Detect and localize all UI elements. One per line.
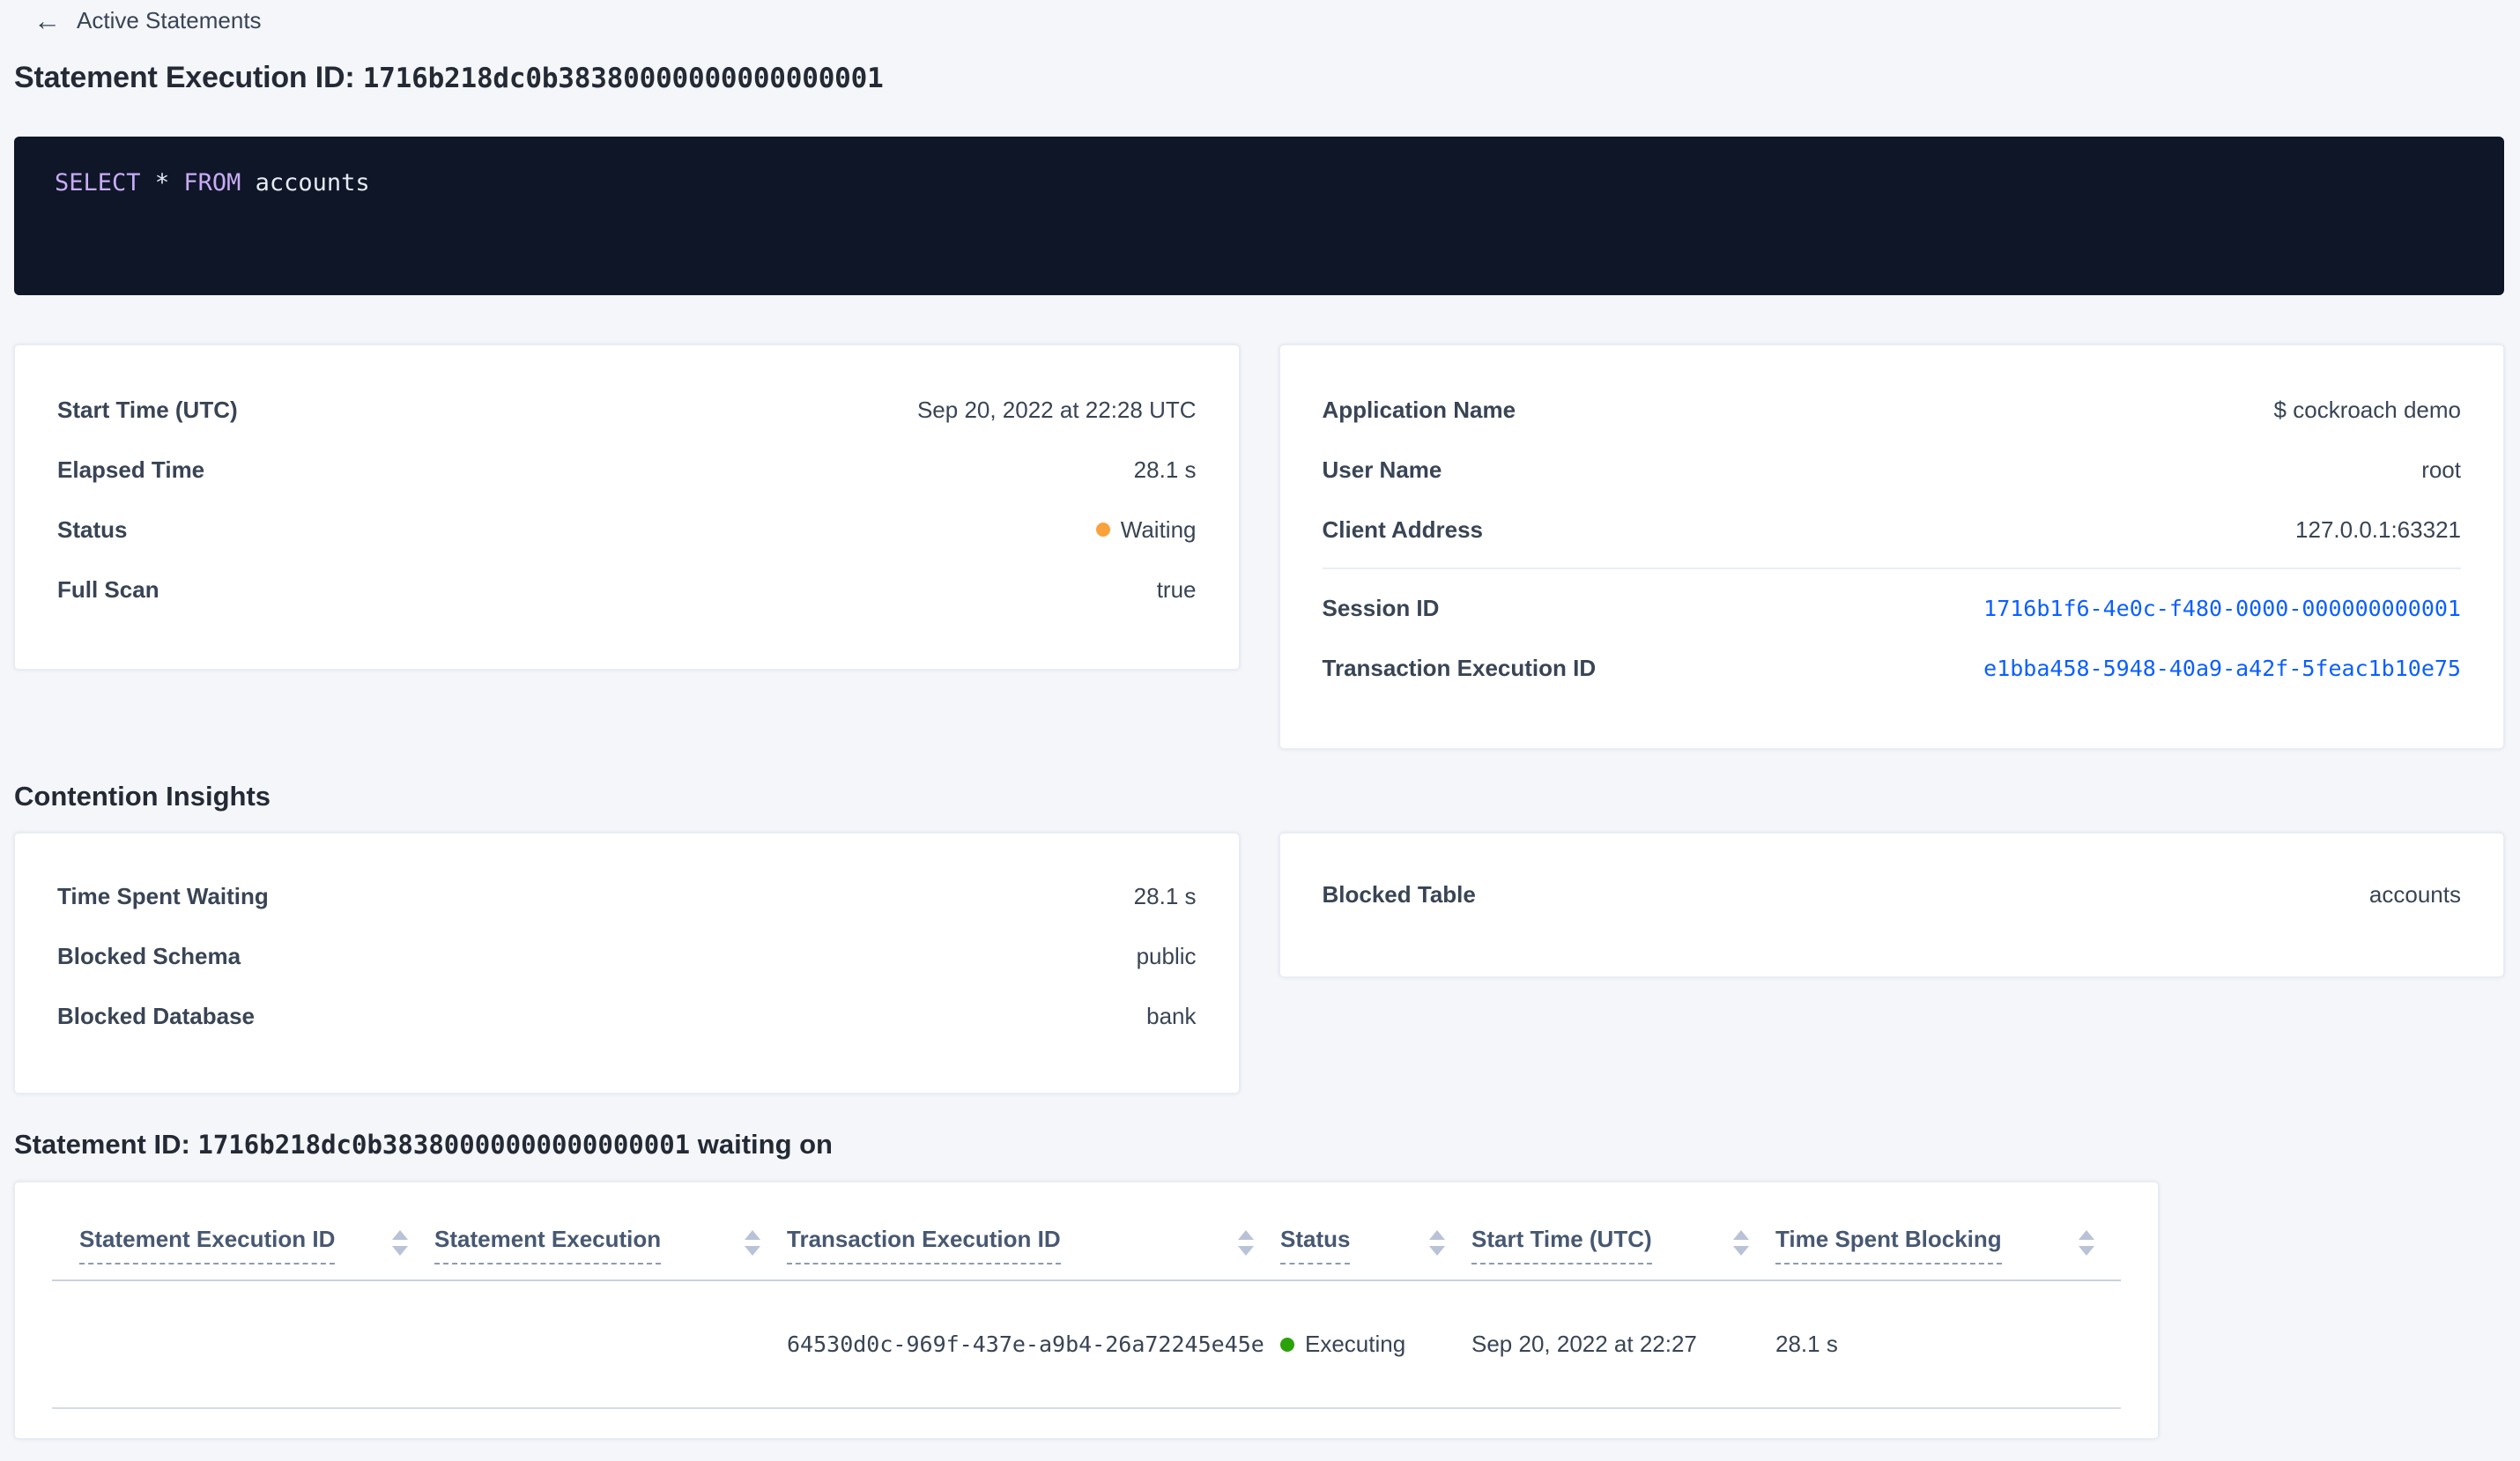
column-header-start-time[interactable]: Start Time (UTC)	[1471, 1226, 1775, 1264]
kv-label: User Name	[1322, 456, 1442, 483]
kv-row-start-time: Start Time (UTC) Sep 20, 2022 at 22:28 U…	[57, 380, 1197, 440]
kv-row-application-name: Application Name $ cockroach demo	[1323, 380, 2462, 440]
overview-card-right: Application Name $ cockroach demo User N…	[1279, 345, 2504, 749]
kv-value: root	[2421, 456, 2461, 483]
overview-cards-row: Start Time (UTC) Sep 20, 2022 at 22:28 U…	[14, 345, 2504, 749]
column-header-label: Statement Execution ID	[79, 1226, 336, 1264]
sort-icon	[745, 1230, 760, 1256]
column-header-label: Transaction Execution ID	[787, 1226, 1061, 1264]
page-title: Statement Execution ID: 1716b218dc0b3838…	[14, 61, 2504, 95]
kv-label: Time Spent Waiting	[57, 882, 269, 909]
kv-label: Session ID	[1322, 594, 1440, 621]
kv-value: $ cockroach demo	[2273, 396, 2461, 423]
column-header-label: Time Spent Blocking	[1775, 1226, 2002, 1264]
kv-label: Transaction Execution ID	[1322, 654, 1597, 681]
kv-value: accounts	[2368, 880, 2461, 908]
contention-insights-heading: Contention Insights	[14, 781, 271, 812]
kv-row-session-id: Session ID 1716b1f6-4e0c-f480-0000-00000…	[1323, 578, 2462, 638]
kv-value: bank	[1146, 1002, 1197, 1029]
kv-label: Client Address	[1322, 515, 1484, 543]
kv-value: 28.1 s	[1133, 882, 1197, 909]
transaction-execution-id-value: 64530d0c-969f-437e-a9b4-26a72245e45e	[787, 1331, 1264, 1357]
back-arrow-icon: ←	[33, 5, 61, 36]
kv-row-blocked-schema: Blocked Schema public	[57, 926, 1197, 986]
page: ← Active Statements Statement Execution …	[0, 7, 2520, 1439]
column-header-label: Status	[1280, 1226, 1351, 1264]
transaction-execution-id-link[interactable]: e1bba458-5948-40a9-a42f-5feac1b10e75	[1983, 656, 2461, 681]
waiting-on-table-header: Statement Execution ID Statement Executi…	[52, 1218, 2121, 1264]
kv-label: Blocked Schema	[57, 942, 241, 969]
contention-card-left: Time Spent Waiting 28.1 s Blocked Schema…	[14, 833, 1240, 1094]
cell-status: Executing	[1280, 1331, 1471, 1358]
table-row: 64530d0c-969f-437e-a9b4-26a72245e45e Exe…	[52, 1281, 2121, 1409]
kv-label: Blocked Database	[57, 1002, 255, 1029]
kv-label: Blocked Table	[1322, 880, 1476, 908]
card-divider	[1322, 567, 2461, 569]
kv-row-time-spent-waiting: Time Spent Waiting 28.1 s	[57, 866, 1197, 926]
back-link[interactable]: ← Active Statements	[33, 7, 262, 34]
waiting-on-statement-id: 1716b218dc0b38380000000000000001	[197, 1130, 691, 1160]
kv-label: Application Name	[1322, 396, 1516, 423]
status-value: Executing	[1305, 1331, 1406, 1357]
sql-statement-box: SELECT * FROM accounts	[14, 137, 2504, 295]
sort-icon	[1429, 1230, 1445, 1256]
kv-value: 127.0.0.1:63321	[2295, 515, 2461, 543]
column-header-transaction-execution-id[interactable]: Transaction Execution ID	[787, 1226, 1280, 1264]
column-header-status[interactable]: Status	[1280, 1226, 1471, 1264]
overview-card-left: Start Time (UTC) Sep 20, 2022 at 22:28 U…	[14, 345, 1240, 670]
kv-value: Sep 20, 2022 at 22:28 UTC	[916, 396, 1197, 423]
sql-keyword-select: SELECT	[55, 169, 141, 197]
kv-label: Start Time (UTC)	[57, 396, 238, 423]
sql-star: *	[154, 169, 170, 197]
status-badge: Waiting	[1095, 515, 1197, 544]
column-header-time-spent-blocking[interactable]: Time Spent Blocking	[1775, 1226, 2121, 1264]
cell-start-time: Sep 20, 2022 at 22:27	[1471, 1331, 1697, 1357]
statement-execution-id: 1716b218dc0b38380000000000000001	[362, 63, 884, 94]
waiting-on-heading-suffix: waiting on	[690, 1129, 833, 1160]
kv-label: Full Scan	[57, 575, 159, 603]
sort-icon	[1733, 1230, 1749, 1256]
cell-time-spent-blocking: 28.1 s	[1775, 1331, 1838, 1357]
column-header-label: Statement Execution	[434, 1226, 662, 1264]
kv-row-elapsed-time: Elapsed Time 28.1 s	[57, 440, 1197, 500]
kv-value: 28.1 s	[1133, 456, 1197, 483]
kv-value: true	[1156, 575, 1197, 603]
status-executing-dot-icon	[1280, 1337, 1294, 1352]
sort-icon	[2079, 1230, 2094, 1256]
kv-label: Status	[57, 515, 128, 543]
status-value: Waiting	[1120, 515, 1197, 543]
kv-label: Elapsed Time	[57, 456, 205, 483]
column-header-statement-execution-id[interactable]: Statement Execution ID	[52, 1226, 434, 1264]
sql-table-name: accounts	[255, 169, 370, 197]
kv-value: public	[1136, 942, 1197, 969]
column-header-statement-execution[interactable]: Statement Execution	[434, 1226, 787, 1264]
kv-row-user-name: User Name root	[1323, 440, 2462, 500]
kv-row-client-address: Client Address 127.0.0.1:63321	[1323, 500, 2462, 560]
kv-row-transaction-execution-id: Transaction Execution ID e1bba458-5948-4…	[1323, 638, 2462, 698]
waiting-on-heading: Statement ID: 1716b218dc0b38380000000000…	[14, 1129, 2520, 1161]
session-id-link[interactable]: 1716b1f6-4e0c-f480-0000-000000000001	[1983, 596, 2461, 621]
kv-row-full-scan: Full Scan true	[57, 560, 1197, 619]
back-link-label: Active Statements	[77, 7, 262, 33]
waiting-on-heading-prefix: Statement ID:	[14, 1129, 198, 1160]
sort-icon	[392, 1230, 408, 1256]
column-header-label: Start Time (UTC)	[1471, 1226, 1652, 1264]
status-waiting-dot-icon	[1095, 523, 1110, 537]
kv-row-blocked-table: Blocked Table accounts	[1323, 864, 2462, 924]
sql-keyword-from: FROM	[183, 169, 241, 197]
contention-card-right: Blocked Table accounts	[1279, 833, 2504, 977]
kv-row-status: Status Waiting	[57, 500, 1197, 560]
waiting-on-table: Statement Execution ID Statement Executi…	[14, 1182, 2159, 1439]
contention-cards-row: Time Spent Waiting 28.1 s Blocked Schema…	[14, 833, 2504, 1094]
status-badge: Executing	[1280, 1331, 1471, 1358]
page-title-prefix: Statement Execution ID:	[14, 61, 363, 94]
cell-transaction-execution-id: 64530d0c-969f-437e-a9b4-26a72245e45e	[787, 1331, 1280, 1358]
sort-icon	[1238, 1230, 1254, 1256]
kv-row-blocked-database: Blocked Database bank	[57, 986, 1197, 1046]
